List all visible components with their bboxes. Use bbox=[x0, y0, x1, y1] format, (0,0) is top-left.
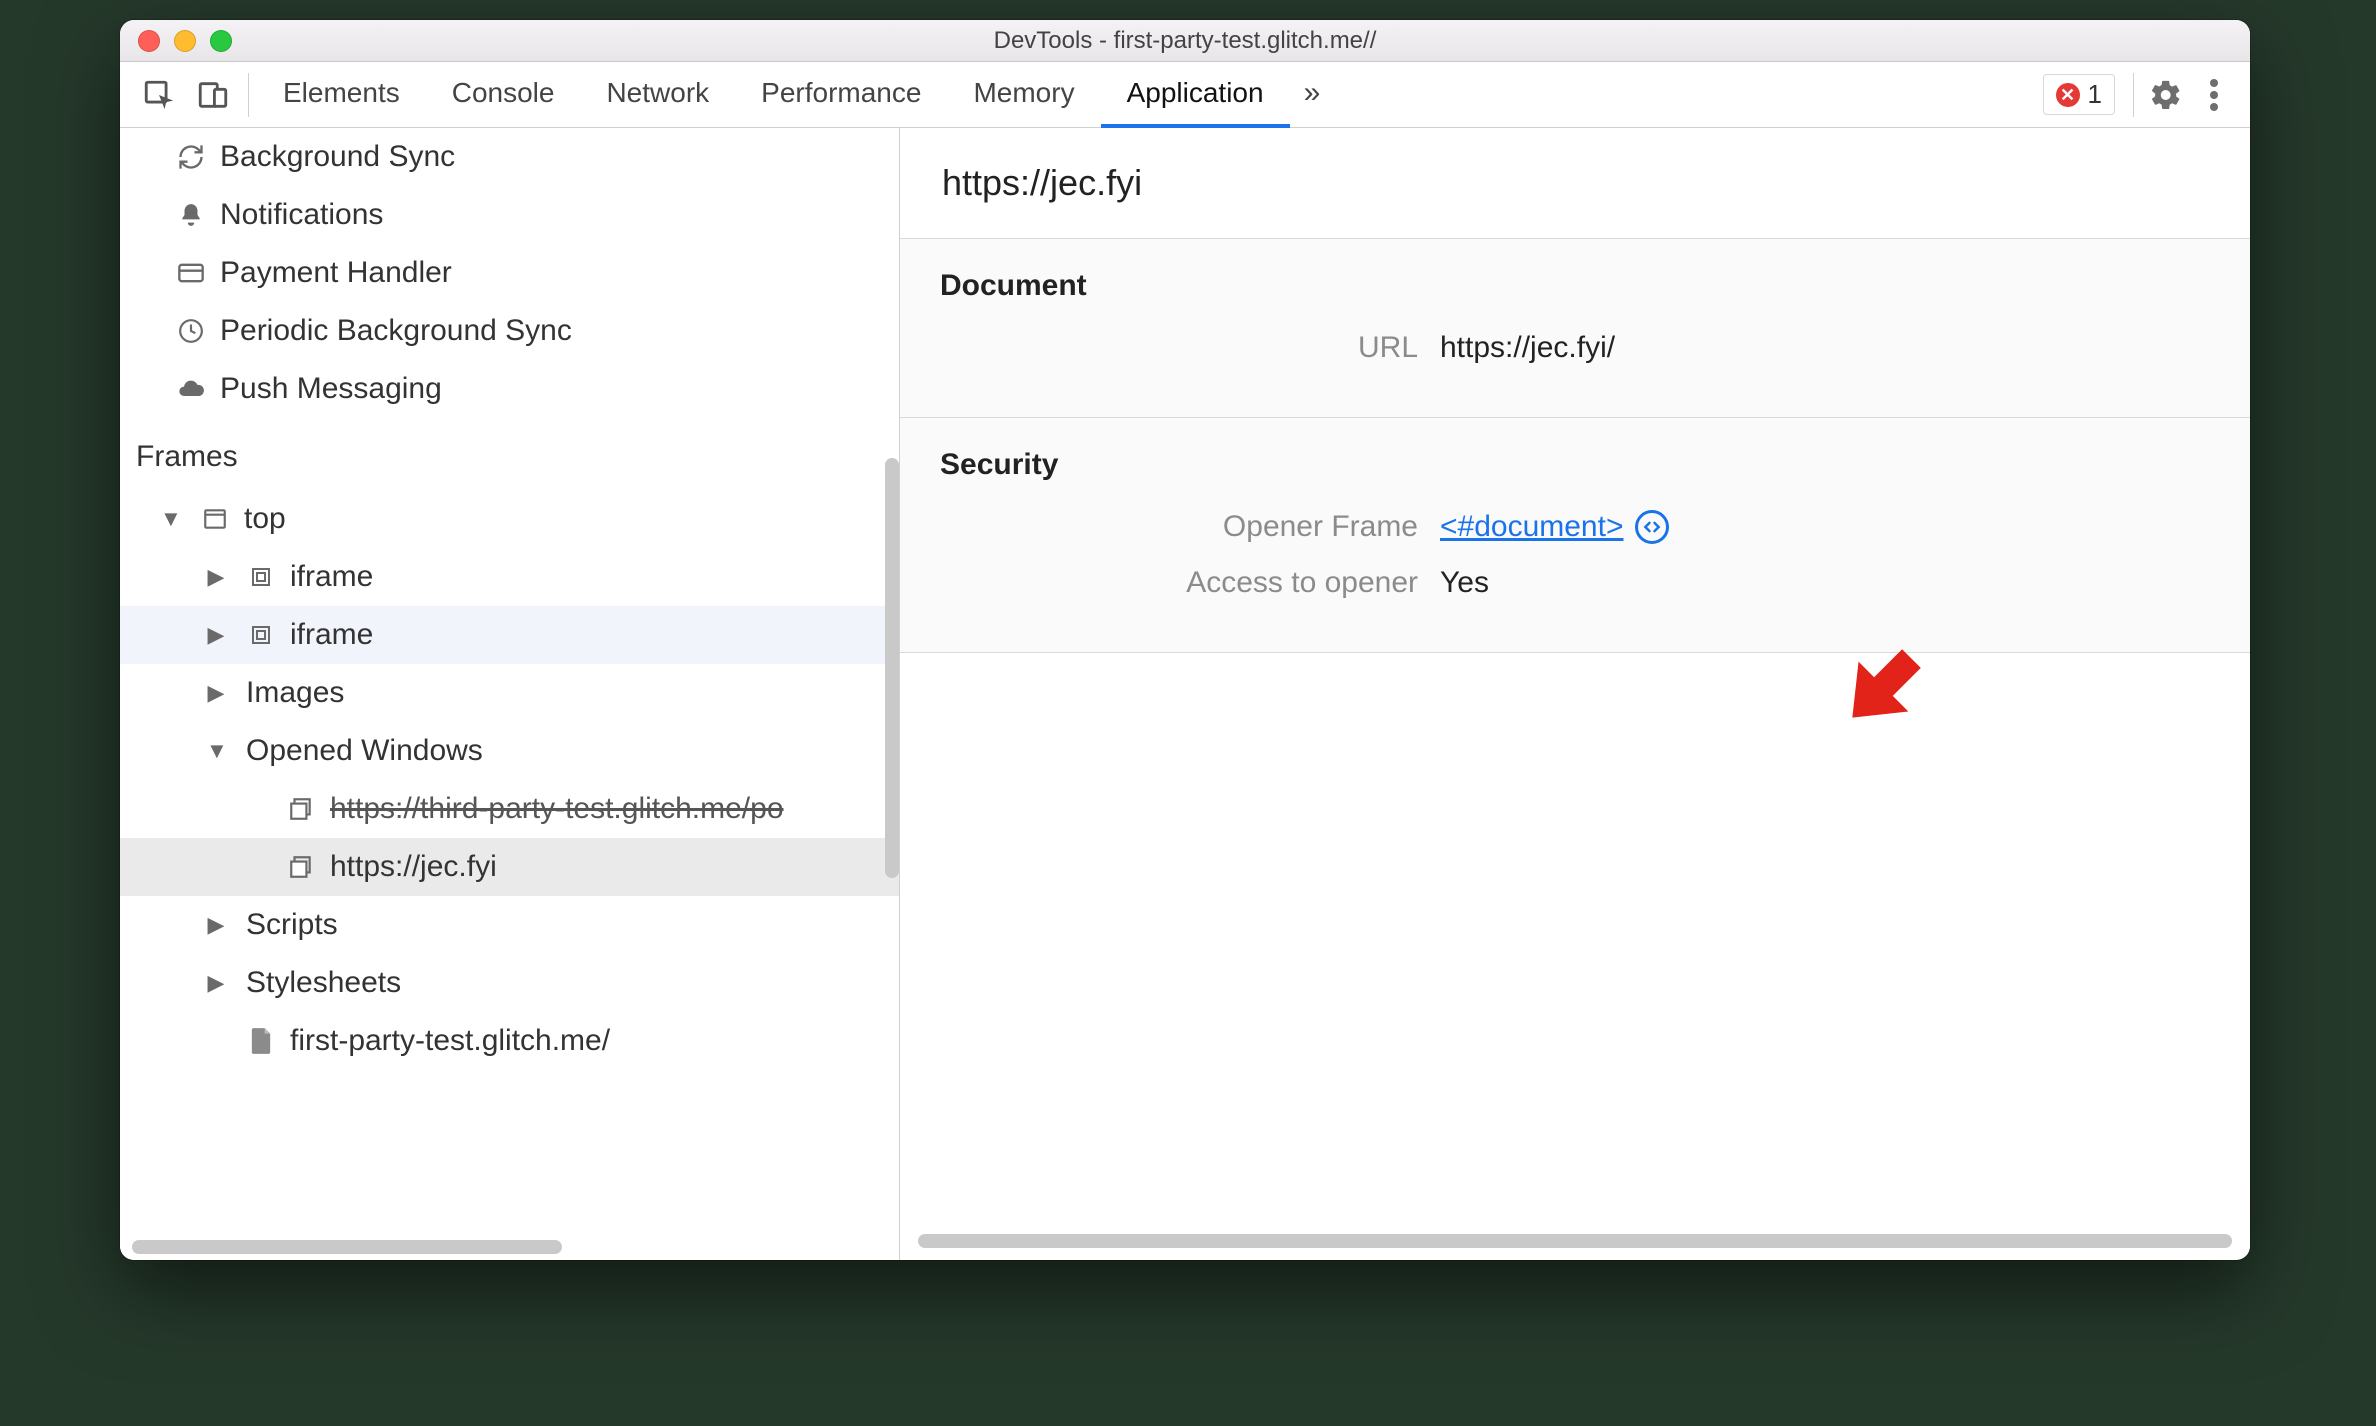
tree-item-label: Scripts bbox=[246, 908, 338, 942]
section-security: Security Opener Frame <#document> Access… bbox=[900, 418, 2250, 653]
windows-icon bbox=[286, 852, 316, 882]
sidebar-item-background-sync[interactable]: Background Sync bbox=[120, 128, 899, 186]
tree-item-label: first-party-test.glitch.me/ bbox=[290, 1024, 610, 1058]
bell-icon bbox=[176, 200, 206, 230]
panel-body: Background Sync Notifications Payment Ha… bbox=[120, 128, 2250, 1260]
cloud-icon bbox=[176, 374, 206, 404]
tab-network[interactable]: Network bbox=[580, 62, 735, 128]
tree-item-iframe-1[interactable]: ▶ iframe bbox=[120, 548, 899, 606]
tab-application[interactable]: Application bbox=[1101, 62, 1290, 128]
sidebar-scrollbar-vertical[interactable] bbox=[885, 458, 899, 878]
separator bbox=[248, 73, 249, 117]
devtools-window: DevTools - first-party-test.glitch.me// … bbox=[120, 20, 2250, 1260]
clock-icon bbox=[176, 316, 206, 346]
sidebar-item-label: Background Sync bbox=[220, 140, 455, 174]
row-url: URL https://jec.fyi/ bbox=[940, 331, 2210, 365]
reveal-in-elements-icon[interactable] bbox=[1635, 510, 1669, 544]
tree-item-images[interactable]: ▶ Images bbox=[120, 664, 899, 722]
sync-icon bbox=[176, 142, 206, 172]
devtools-toolbar: Elements Console Network Performance Mem… bbox=[120, 62, 2250, 128]
tab-label: Console bbox=[452, 77, 555, 109]
error-icon: ✕ bbox=[2056, 83, 2080, 107]
opener-frame-link[interactable]: <#document> bbox=[1440, 510, 1623, 544]
tab-label: Application bbox=[1127, 77, 1264, 109]
sidebar-section-frames: Frames bbox=[120, 418, 899, 490]
tree-item-label: Images bbox=[246, 676, 344, 710]
expand-toggle-icon[interactable]: ▼ bbox=[160, 506, 180, 532]
tree-item-iframe-2[interactable]: ▶ iframe bbox=[120, 606, 899, 664]
application-sidebar: Background Sync Notifications Payment Ha… bbox=[120, 128, 900, 1260]
file-icon bbox=[246, 1026, 276, 1056]
row-access-to-opener: Access to opener Yes bbox=[940, 566, 2210, 600]
expand-toggle-icon[interactable]: ▶ bbox=[206, 970, 226, 996]
inspect-element-icon[interactable] bbox=[132, 68, 186, 122]
separator bbox=[2133, 73, 2134, 117]
row-value: https://jec.fyi/ bbox=[1440, 331, 1615, 365]
sidebar-item-label: Push Messaging bbox=[220, 372, 442, 406]
expand-toggle-icon[interactable]: ▶ bbox=[206, 564, 226, 590]
settings-gear-icon[interactable] bbox=[2142, 71, 2190, 119]
row-label: Access to opener bbox=[940, 566, 1440, 600]
more-options-icon[interactable] bbox=[2190, 71, 2238, 119]
tree-item-document[interactable]: first-party-test.glitch.me/ bbox=[120, 1012, 899, 1070]
frame-icon bbox=[246, 620, 276, 650]
tab-performance[interactable]: Performance bbox=[735, 62, 947, 128]
window-title: DevTools - first-party-test.glitch.me// bbox=[120, 27, 2250, 55]
section-heading: Security bbox=[940, 448, 2210, 482]
tab-elements[interactable]: Elements bbox=[257, 62, 426, 128]
frame-title: https://jec.fyi bbox=[900, 128, 2250, 238]
frame-details-panel: https://jec.fyi Document URL https://jec… bbox=[900, 128, 2250, 1260]
tab-label: Elements bbox=[283, 77, 400, 109]
tree-item-label: Stylesheets bbox=[246, 966, 401, 1000]
tree-item-top[interactable]: ▼ top bbox=[120, 490, 899, 548]
sidebar-item-label: Notifications bbox=[220, 198, 383, 232]
tree-item-label: iframe bbox=[290, 560, 373, 594]
titlebar: DevTools - first-party-test.glitch.me// bbox=[120, 20, 2250, 62]
sidebar-item-label: Periodic Background Sync bbox=[220, 314, 572, 348]
tree-item-label: Opened Windows bbox=[246, 734, 483, 768]
tree-item-scripts[interactable]: ▶ Scripts bbox=[120, 896, 899, 954]
section-heading: Document bbox=[940, 269, 2210, 303]
row-label: Opener Frame bbox=[940, 510, 1440, 544]
tree-item-stylesheets[interactable]: ▶ Stylesheets bbox=[120, 954, 899, 1012]
tab-memory[interactable]: Memory bbox=[947, 62, 1100, 128]
row-label: URL bbox=[940, 331, 1440, 365]
device-toolbar-icon[interactable] bbox=[186, 68, 240, 122]
sidebar-item-label: Payment Handler bbox=[220, 256, 452, 290]
section-document: Document URL https://jec.fyi/ bbox=[900, 238, 2250, 418]
expand-toggle-icon[interactable]: ▶ bbox=[206, 680, 226, 706]
windows-icon bbox=[286, 794, 316, 824]
chevron-double-right-icon: » bbox=[1304, 76, 1321, 110]
error-count-badge[interactable]: ✕ 1 bbox=[2043, 74, 2115, 115]
tab-label: Memory bbox=[973, 77, 1074, 109]
error-count: 1 bbox=[2088, 79, 2102, 110]
tree-item-label: top bbox=[244, 502, 286, 536]
expand-toggle-icon[interactable]: ▼ bbox=[206, 738, 226, 764]
sidebar-item-payment-handler[interactable]: Payment Handler bbox=[120, 244, 899, 302]
tree-item-label: iframe bbox=[290, 618, 373, 652]
tab-label: Network bbox=[606, 77, 709, 109]
main-scrollbar-horizontal[interactable] bbox=[918, 1234, 2232, 1248]
window-icon bbox=[200, 504, 230, 534]
card-icon bbox=[176, 258, 206, 288]
tree-item-opened-window-1[interactable]: https://third-party-test.glitch.me/po bbox=[120, 780, 899, 838]
frame-icon bbox=[246, 562, 276, 592]
sidebar-item-notifications[interactable]: Notifications bbox=[120, 186, 899, 244]
tabs-overflow-button[interactable]: » bbox=[1290, 62, 1335, 128]
tree-item-label: https://jec.fyi bbox=[330, 850, 497, 884]
sidebar-item-push-messaging[interactable]: Push Messaging bbox=[120, 360, 899, 418]
row-value: Yes bbox=[1440, 566, 1489, 600]
tree-item-label: https://third-party-test.glitch.me/po bbox=[330, 792, 784, 826]
tree-item-opened-window-2[interactable]: https://jec.fyi bbox=[120, 838, 899, 896]
row-opener-frame: Opener Frame <#document> bbox=[940, 510, 2210, 544]
sidebar-scrollbar-horizontal[interactable] bbox=[132, 1240, 562, 1254]
expand-toggle-icon[interactable]: ▶ bbox=[206, 622, 226, 648]
tab-console[interactable]: Console bbox=[426, 62, 581, 128]
tree-item-opened-windows[interactable]: ▼ Opened Windows bbox=[120, 722, 899, 780]
tab-label: Performance bbox=[761, 77, 921, 109]
sidebar-item-periodic-background-sync[interactable]: Periodic Background Sync bbox=[120, 302, 899, 360]
expand-toggle-icon[interactable]: ▶ bbox=[206, 912, 226, 938]
